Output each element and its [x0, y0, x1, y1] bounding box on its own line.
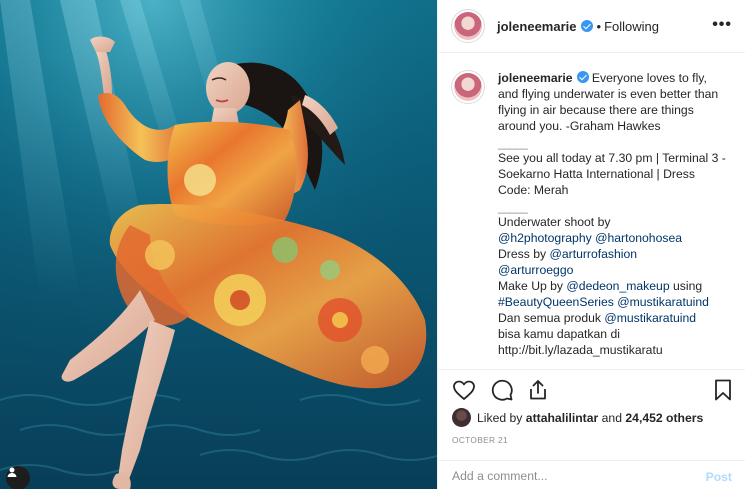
- caption-url[interactable]: http://bit.ly/lazada_mustikaratu: [498, 342, 730, 358]
- caption-separator: _____: [498, 360, 528, 370]
- mention-link[interactable]: @hartonohosea: [595, 231, 682, 245]
- action-bar: [452, 376, 736, 406]
- header-user-info: joleneemarie • Following: [497, 19, 659, 34]
- caption-separator: _____: [498, 200, 528, 214]
- mention-link[interactable]: @mustikaratuind: [604, 311, 696, 325]
- verified-badge-icon: [580, 20, 593, 32]
- post-header: joleneemarie • Following •••: [438, 0, 745, 53]
- likes-count[interactable]: 24,452 others: [625, 411, 703, 425]
- post-photo[interactable]: [0, 0, 437, 489]
- share-icon[interactable]: [526, 378, 550, 402]
- more-options-icon[interactable]: •••: [712, 16, 732, 34]
- post-comment-button[interactable]: Post: [706, 470, 732, 484]
- caption-credit: Make Up by: [498, 279, 564, 293]
- add-comment-bar: Post: [438, 460, 745, 489]
- caption-credit: Underwater shoot by: [498, 215, 611, 229]
- caption: joleneemarie Everyone loves to fly, and …: [438, 54, 745, 370]
- comment-icon[interactable]: [490, 378, 514, 402]
- bookmark-icon[interactable]: [711, 378, 735, 402]
- caption-credit: Dan semua produk: [498, 311, 601, 325]
- mention-link[interactable]: @mustikaratuind: [617, 295, 709, 309]
- person-icon: [7, 467, 17, 477]
- comment-input[interactable]: [452, 469, 672, 483]
- hashtag-link[interactable]: #BeautyQueenSeries: [498, 295, 614, 309]
- heart-icon[interactable]: [452, 378, 476, 402]
- caption-event: See you all today at 7.30 pm | Terminal …: [498, 151, 730, 197]
- tagged-user-icon[interactable]: [6, 466, 30, 489]
- underwater-photo-illustration: [0, 0, 437, 489]
- caption-credit: Dress by: [498, 247, 547, 261]
- comments-area[interactable]: joleneemarie Everyone loves to fly, and …: [438, 54, 745, 370]
- caption-credit: using: [673, 279, 703, 293]
- liker-avatar[interactable]: [452, 408, 471, 427]
- author-avatar[interactable]: [451, 9, 485, 43]
- mention-link[interactable]: @arturrofashion: [549, 247, 637, 261]
- mention-link[interactable]: @h2photography: [498, 231, 592, 245]
- post-date[interactable]: OCTOBER 21: [452, 435, 508, 445]
- likes-summary: Liked by attahalilintar and 24,452 other…: [452, 408, 703, 427]
- caption-separator: _____: [498, 136, 528, 150]
- header-separator: •: [596, 18, 602, 34]
- caption-avatar[interactable]: [451, 70, 485, 104]
- following-button[interactable]: Following: [604, 19, 659, 34]
- caption-username[interactable]: joleneemarie: [498, 71, 573, 85]
- caption-text: joleneemarie Everyone loves to fly, and …: [498, 70, 730, 370]
- mention-link[interactable]: @arturroeggo: [498, 263, 573, 277]
- likes-and: and: [601, 410, 622, 425]
- liker-username[interactable]: attahalilintar: [526, 411, 598, 425]
- author-username[interactable]: joleneemarie: [497, 19, 577, 34]
- post-details-panel: joleneemarie • Following ••• joleneemari…: [437, 0, 745, 489]
- caption-credit: bisa kamu dapatkan di: [498, 327, 620, 341]
- likes-prefix: Liked by: [477, 410, 523, 425]
- verified-badge-icon: [576, 71, 589, 83]
- mention-link[interactable]: @dedeon_makeup: [566, 279, 669, 293]
